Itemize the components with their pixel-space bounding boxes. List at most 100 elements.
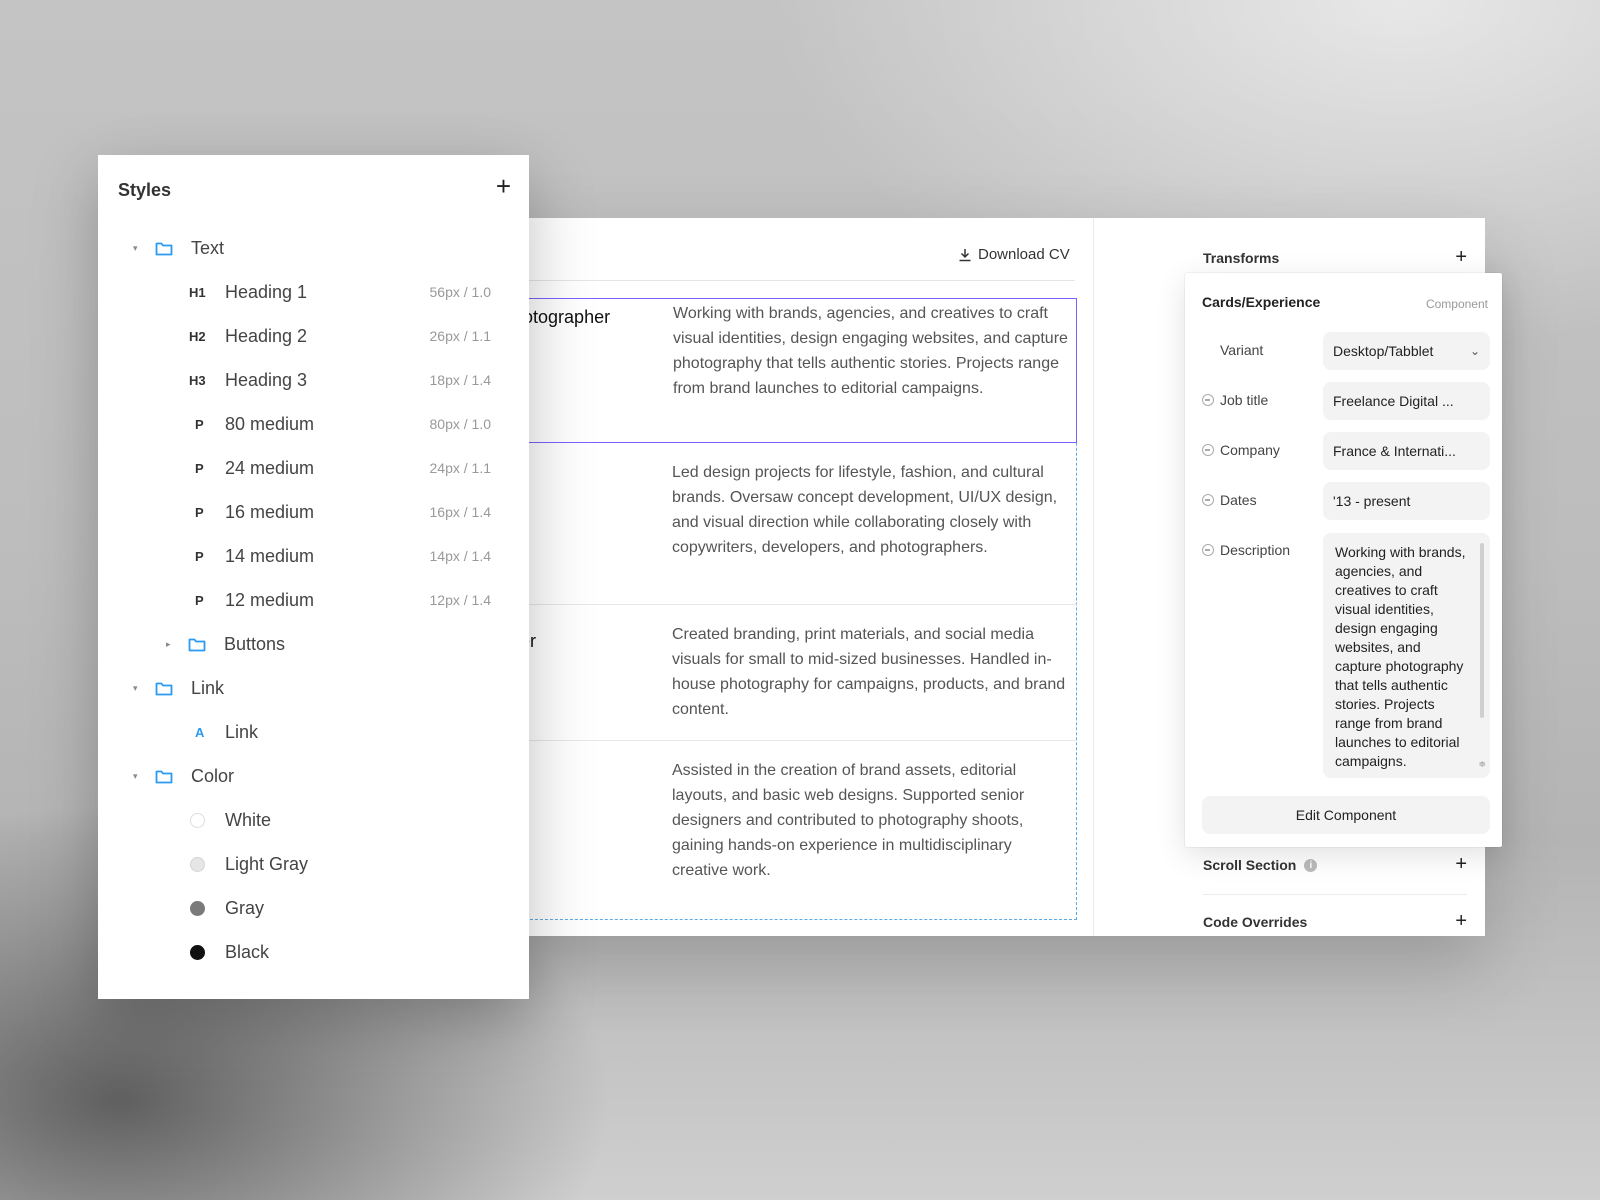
code-overrides-label: Code Overrides	[1203, 913, 1308, 930]
style-item-label: Heading 2	[225, 325, 308, 346]
style-item-14-medium[interactable]: P 14 medium 14px / 1.4	[98, 534, 529, 578]
style-item-black[interactable]: Black	[98, 930, 529, 974]
scroll-section[interactable]: Scroll Section i +	[1203, 853, 1467, 876]
description-textarea[interactable]: Working with brands, agencies, and creat…	[1323, 533, 1490, 778]
folder-icon	[155, 682, 173, 695]
style-item-80-medium[interactable]: P 80 medium 80px / 1.0	[98, 402, 529, 446]
style-item-label: 14 medium	[225, 545, 315, 566]
style-group-label: Text	[191, 237, 225, 258]
resize-grip-icon[interactable]: ≑	[1478, 755, 1486, 774]
style-item-16-medium[interactable]: P 16 medium 16px / 1.4	[98, 490, 529, 534]
dates-field[interactable]: '13 - present	[1323, 482, 1490, 520]
job-title-field[interactable]: Freelance Digital ...	[1323, 382, 1490, 420]
style-tag: P	[195, 460, 204, 476]
styles-panel: Styles + ▾ Text H1 Heading 1 56px / 1.0 …	[98, 155, 529, 999]
divider	[520, 280, 1075, 281]
experience-card[interactable]: er Created branding, print materials, an…	[520, 605, 1077, 741]
chevron-down-icon: ⌄	[1469, 344, 1480, 358]
download-cv-label: Download CV	[978, 246, 1070, 263]
remove-field-icon[interactable]	[1202, 494, 1214, 506]
styles-title: Styles	[118, 180, 172, 200]
dates-label: Dates	[1202, 492, 1257, 508]
experience-card[interactable]: Assisted in the creation of brand assets…	[520, 741, 1077, 920]
style-item-label: Link	[225, 721, 259, 742]
variant-select[interactable]: Desktop/Tabblet ⌄	[1323, 332, 1490, 370]
scrollbar[interactable]	[1480, 543, 1484, 718]
code-overrides-section[interactable]: Code Overrides +	[1203, 910, 1467, 933]
folder-icon	[155, 770, 173, 783]
style-item-light-gray[interactable]: Light Gray	[98, 842, 529, 886]
description-label: Description	[1202, 542, 1290, 558]
style-item-gray[interactable]: Gray	[98, 886, 529, 930]
remove-field-icon[interactable]	[1202, 394, 1214, 406]
style-item-link[interactable]: A Link	[98, 710, 529, 754]
style-item-label: Heading 1	[225, 281, 308, 302]
style-item-label: White	[225, 809, 272, 830]
style-item-label: 80 medium	[225, 413, 315, 434]
experience-description: Created branding, print materials, and s…	[672, 626, 1066, 718]
style-item-24-medium[interactable]: P 24 medium 24px / 1.1	[98, 446, 529, 490]
add-code-override-button[interactable]: +	[1455, 910, 1467, 933]
style-item-label: Heading 3	[225, 369, 308, 390]
folder-icon	[155, 242, 173, 255]
style-item-heading-2[interactable]: H2 Heading 2 26px / 1.1	[98, 314, 529, 358]
canvas-divider	[1093, 218, 1094, 936]
style-item-meta: 18px / 1.4	[429, 372, 492, 388]
remove-field-icon[interactable]	[1202, 444, 1214, 456]
color-swatch	[190, 944, 205, 960]
style-tag: P	[195, 548, 204, 564]
transforms-label: Transforms	[1203, 249, 1280, 266]
transforms-section[interactable]: Transforms +	[1203, 246, 1467, 269]
download-icon	[959, 248, 971, 261]
divider	[1203, 894, 1467, 895]
edit-component-button[interactable]: Edit Component	[1202, 796, 1490, 834]
component-properties-card: Cards/Experience Component Variant Deskt…	[1185, 273, 1502, 847]
style-item-heading-3[interactable]: H3 Heading 3 18px / 1.4	[98, 358, 529, 402]
style-item-meta: 16px / 1.4	[429, 504, 492, 520]
style-item-meta: 12px / 1.4	[429, 592, 492, 608]
experience-card-selected[interactable]: Photographer Working with brands, agenci…	[501, 298, 1077, 443]
remove-field-icon[interactable]	[1202, 544, 1214, 556]
style-item-heading-1[interactable]: H1 Heading 1 56px / 1.0	[98, 270, 529, 314]
style-item-label: 24 medium	[225, 457, 315, 478]
style-item-meta: 14px / 1.4	[429, 548, 492, 564]
download-cv-link[interactable]: Download CV	[958, 246, 1070, 263]
caret-down-icon[interactable]: ▾	[133, 243, 138, 254]
style-item-label: Black	[225, 941, 270, 962]
job-title-label: Job title	[1202, 392, 1268, 408]
experience-card[interactable]: Led design projects for lifestyle, fashi…	[520, 443, 1077, 605]
add-scroll-section-button[interactable]: +	[1455, 853, 1467, 876]
style-item-white[interactable]: White	[98, 798, 529, 842]
color-swatch	[190, 812, 205, 828]
style-group-color[interactable]: ▾ Color	[98, 754, 529, 798]
color-swatch	[190, 856, 205, 872]
style-tag: P	[195, 504, 204, 520]
style-tag: A	[195, 724, 205, 740]
info-icon[interactable]: i	[1304, 859, 1318, 873]
company-field[interactable]: France & Internati...	[1323, 432, 1490, 470]
style-group-label: Link	[191, 677, 225, 698]
experience-description: Led design projects for lifestyle, fashi…	[672, 464, 1058, 556]
scroll-section-label: Scroll Section	[1203, 856, 1297, 873]
caret-right-icon[interactable]: ▸	[166, 639, 171, 650]
caret-down-icon[interactable]: ▾	[133, 771, 138, 782]
style-item-label: 16 medium	[225, 501, 315, 522]
style-tag: P	[195, 416, 204, 432]
style-group-label: Buttons	[224, 633, 286, 654]
style-group-link[interactable]: ▾ Link	[98, 666, 529, 710]
add-transform-button[interactable]: +	[1455, 246, 1467, 269]
style-item-meta: 24px / 1.1	[429, 460, 492, 476]
style-group-text[interactable]: ▾ Text	[98, 226, 529, 270]
style-tag: H1	[189, 284, 206, 300]
caret-down-icon[interactable]: ▾	[133, 683, 138, 694]
style-item-meta: 80px / 1.0	[429, 416, 492, 432]
experience-description: Assisted in the creation of brand assets…	[672, 762, 1025, 879]
style-item-12-medium[interactable]: P 12 medium 12px / 1.4	[98, 578, 529, 622]
style-item-label: 12 medium	[225, 589, 315, 610]
component-title: Cards/Experience	[1202, 294, 1321, 310]
variant-label: Variant	[1220, 342, 1264, 358]
add-style-button[interactable]: +	[496, 173, 511, 199]
style-item-label: Gray	[225, 897, 265, 918]
style-tag: H3	[189, 372, 206, 388]
style-group-buttons[interactable]: ▸ Buttons	[98, 622, 529, 666]
